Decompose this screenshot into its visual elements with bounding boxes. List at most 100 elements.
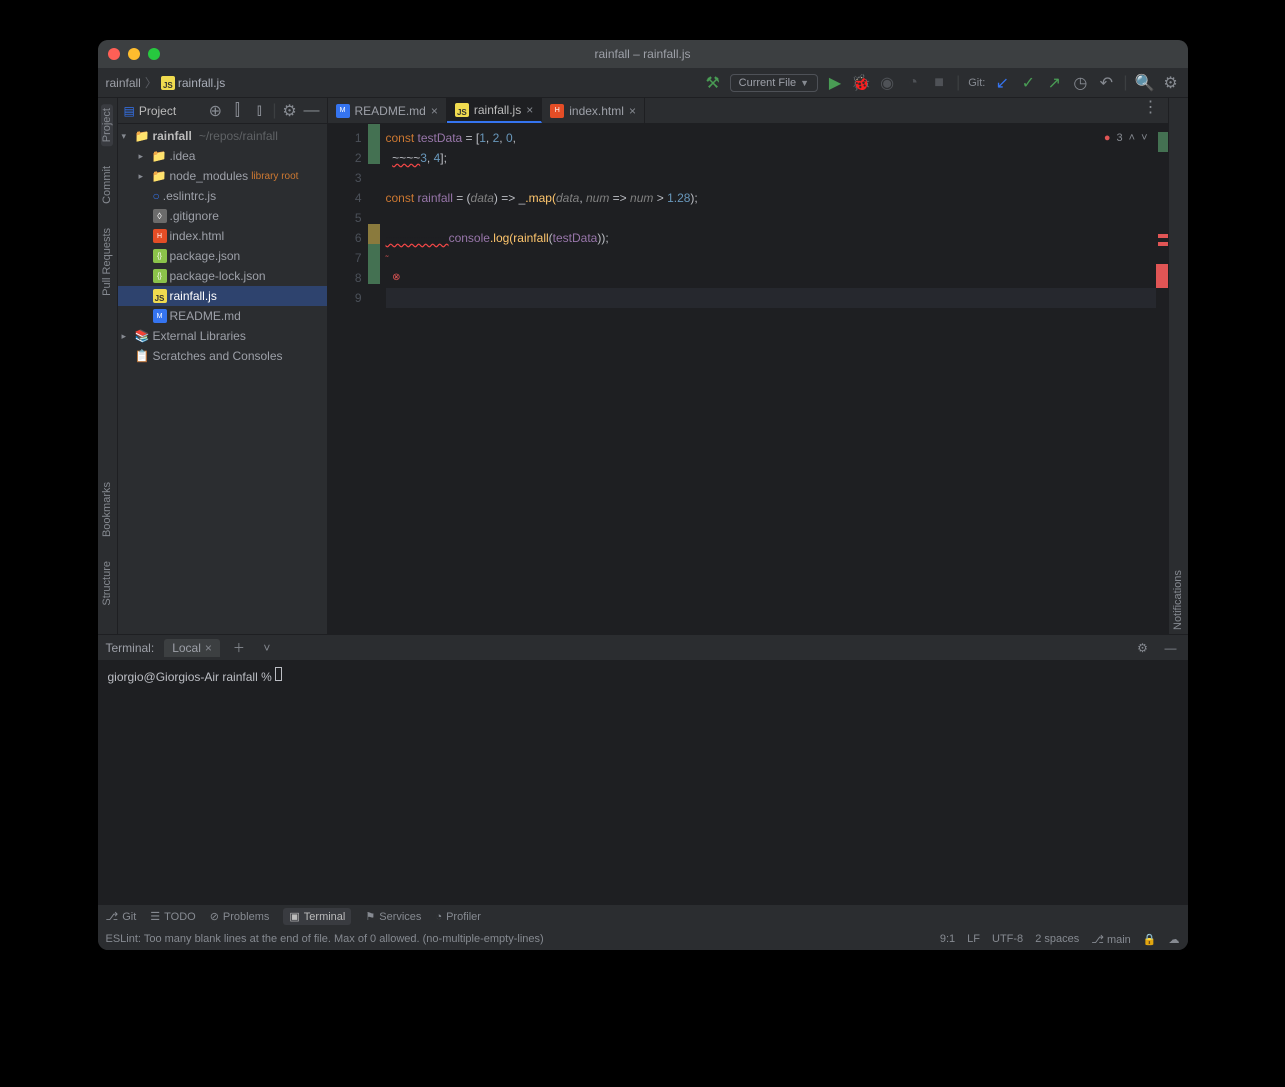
status-sync-icon[interactable]: ☁: [1169, 933, 1180, 946]
tree-ext-libs[interactable]: ▸📚External Libraries: [118, 326, 327, 346]
terminal-header: Terminal: Local× ＋ ˅ ⚙ —: [98, 635, 1188, 661]
tree-idea[interactable]: ▸📁.idea: [118, 146, 327, 166]
tool-terminal[interactable]: ▣ Terminal: [283, 908, 351, 925]
undo-icon[interactable]: ↶: [1097, 74, 1115, 92]
expand-all-icon[interactable]: ⫿: [228, 102, 246, 120]
rail-structure[interactable]: Structure: [101, 557, 113, 610]
terminal-settings-icon[interactable]: ⚙: [1134, 639, 1152, 657]
bottom-tool-bar: ⎇ Git ☰ TODO ⊘ Problems ▣ Terminal ⚑ Ser…: [98, 904, 1188, 928]
git-label: Git:: [968, 77, 985, 89]
project-tree[interactable]: ▾📁 rainfall ~/repos/rainfall ▸📁.idea ▸📁n…: [118, 124, 327, 634]
close-window-button[interactable]: [108, 48, 120, 60]
git-commit-icon[interactable]: ✓: [1019, 74, 1037, 92]
sidebar-settings-icon[interactable]: ⚙: [281, 102, 299, 120]
code-content[interactable]: ● 3 ˄ ˅ const testData = [1, 2, 0, ~~~~3…: [380, 124, 1156, 634]
tool-problems[interactable]: ⊘ Problems: [210, 910, 270, 923]
collapse-all-icon[interactable]: ⫾: [250, 102, 268, 120]
terminal-prompt: giorgio@Giorgios-Air rainfall %: [108, 670, 276, 684]
status-lock-icon[interactable]: 🔒: [1143, 933, 1157, 946]
run-config-selector[interactable]: Current File ▼: [730, 74, 818, 92]
terminal-label: Terminal:: [106, 641, 155, 655]
error-marker-icon[interactable]: ⊗: [392, 268, 400, 288]
tab-actions-icon[interactable]: ⋮: [1142, 98, 1160, 116]
left-tool-rail: Project Commit Pull Requests Bookmarks S…: [98, 98, 118, 634]
search-icon[interactable]: 🔍: [1136, 74, 1154, 92]
traffic-lights: [108, 48, 160, 60]
close-icon[interactable]: ×: [431, 104, 438, 118]
js-file-icon: JS: [161, 76, 175, 90]
js-file-icon: JS: [455, 103, 469, 117]
terminal-dropdown-icon[interactable]: ˅: [258, 639, 276, 657]
tree-package-json[interactable]: {}package.json: [118, 246, 327, 266]
breadcrumb-file[interactable]: JS rainfall.js: [161, 76, 225, 90]
terminal-tab-local[interactable]: Local×: [164, 639, 220, 657]
titlebar: rainfall – rainfall.js: [98, 40, 1188, 68]
error-stripe[interactable]: [1156, 124, 1168, 634]
rail-bookmarks[interactable]: Bookmarks: [101, 478, 113, 541]
tool-git[interactable]: ⎇ Git: [106, 910, 137, 923]
tool-profiler[interactable]: ◔ Profiler: [435, 911, 481, 923]
tree-readme[interactable]: MREADME.md: [118, 306, 327, 326]
settings-icon[interactable]: ⚙: [1162, 74, 1180, 92]
git-pull-icon[interactable]: ↙: [993, 74, 1011, 92]
debug-button[interactable]: 🐞: [852, 74, 870, 92]
rail-commit[interactable]: Commit: [101, 162, 113, 208]
maximize-window-button[interactable]: [148, 48, 160, 60]
rail-pull-requests[interactable]: Pull Requests: [101, 224, 113, 300]
terminal-add-icon[interactable]: ＋: [230, 639, 248, 657]
tree-gitignore[interactable]: ◊.gitignore: [118, 206, 327, 226]
tree-node-modules[interactable]: ▸📁node_modules library root: [118, 166, 327, 186]
sidebar-hide-icon[interactable]: —: [303, 102, 321, 120]
tool-services[interactable]: ⚑ Services: [365, 910, 421, 923]
main-toolbar: rainfall 〉 JS rainfall.js ⚒ Current File…: [98, 68, 1188, 98]
prev-error-icon[interactable]: ˄: [1129, 128, 1135, 148]
select-opened-file-icon[interactable]: ⊕: [206, 102, 224, 120]
tool-todo[interactable]: ☰ TODO: [150, 910, 195, 923]
terminal-cursor: [275, 667, 282, 681]
tab-index[interactable]: Hindex.html×: [542, 98, 645, 123]
rail-project[interactable]: Project: [101, 104, 113, 146]
run-button[interactable]: ▶: [826, 74, 844, 92]
status-encoding[interactable]: UTF-8: [992, 933, 1023, 945]
status-branch[interactable]: ⎇ main: [1091, 933, 1131, 946]
breadcrumbs[interactable]: rainfall 〉 JS rainfall.js: [106, 74, 226, 91]
stop-button[interactable]: ■: [930, 74, 948, 92]
vcs-gutter: [368, 124, 380, 634]
tree-rainfall-js[interactable]: JSrainfall.js: [118, 286, 327, 306]
tree-root[interactable]: ▾📁 rainfall ~/repos/rainfall: [118, 126, 327, 146]
tab-rainfall[interactable]: JSrainfall.js×: [447, 98, 542, 123]
status-message: ESLint: Too many blank lines at the end …: [106, 933, 544, 945]
hammer-icon[interactable]: ⚒: [704, 74, 722, 92]
rail-notifications[interactable]: Notifications: [1172, 104, 1184, 634]
js-file-icon: JS: [153, 289, 167, 303]
terminal-hide-icon[interactable]: —: [1162, 639, 1180, 657]
profile-button[interactable]: ◔: [904, 74, 922, 92]
next-error-icon[interactable]: ˅: [1141, 128, 1147, 148]
terminal-body[interactable]: giorgio@Giorgios-Air rainfall %: [98, 661, 1188, 904]
close-icon[interactable]: ×: [629, 104, 636, 118]
right-tool-rail: Notifications: [1168, 98, 1188, 634]
coverage-button[interactable]: ◉: [878, 74, 896, 92]
minimize-window-button[interactable]: [128, 48, 140, 60]
status-bar: ESLint: Too many blank lines at the end …: [98, 928, 1188, 950]
terminal-panel: Terminal: Local× ＋ ˅ ⚙ — giorgio@Giorgio…: [98, 634, 1188, 904]
line-gutter[interactable]: 123456789: [328, 124, 368, 634]
git-push-icon[interactable]: ↗: [1045, 74, 1063, 92]
status-caret-pos[interactable]: 9:1: [940, 933, 955, 945]
tree-eslintrc[interactable]: ○.eslintrc.js: [118, 186, 327, 206]
window-title: rainfall – rainfall.js: [594, 47, 690, 61]
tree-index-html[interactable]: Hindex.html: [118, 226, 327, 246]
tree-package-lock[interactable]: {}package-lock.json: [118, 266, 327, 286]
status-line-ending[interactable]: LF: [967, 933, 980, 945]
code-editor[interactable]: 123456789 ● 3 ˄ ˅ const testData = [1, 2…: [328, 124, 1168, 634]
sidebar-header: ▤ Project ⊕ ⫿ ⫾ | ⚙ —: [118, 98, 327, 124]
status-indent[interactable]: 2 spaces: [1035, 933, 1079, 945]
error-icon: ●: [1104, 128, 1111, 148]
tab-readme[interactable]: MREADME.md×: [328, 98, 447, 123]
editor-tabs: MREADME.md× JSrainfall.js× Hindex.html× …: [328, 98, 1168, 124]
breadcrumb-project[interactable]: rainfall: [106, 76, 141, 90]
history-icon[interactable]: ◷: [1071, 74, 1089, 92]
close-icon[interactable]: ×: [526, 103, 533, 117]
tree-scratches[interactable]: 📋Scratches and Consoles: [118, 346, 327, 366]
inspection-widget[interactable]: ● 3 ˄ ˅: [1104, 128, 1148, 148]
